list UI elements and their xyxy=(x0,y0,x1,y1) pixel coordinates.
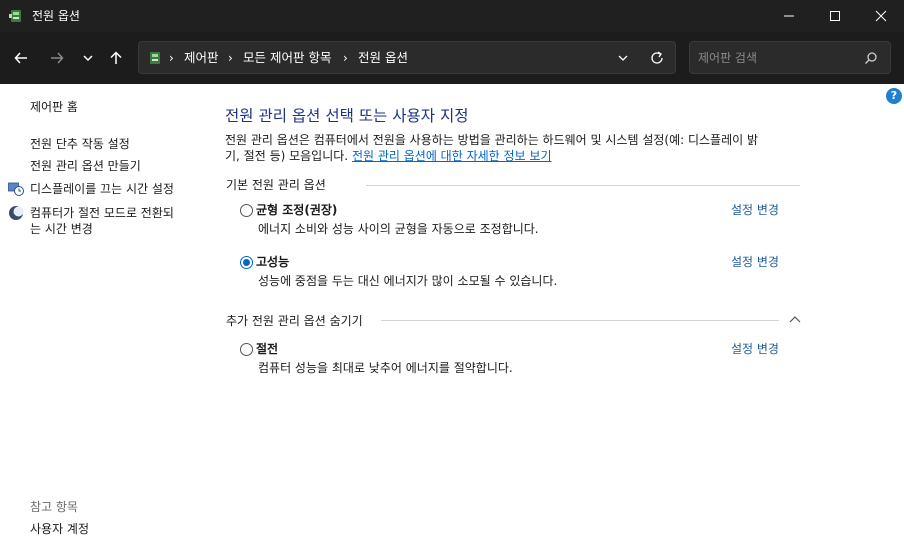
plan-radio-power-saver[interactable] xyxy=(240,343,253,356)
plan-desc-balanced: 에너지 소비와 성능 사이의 균형을 자동으로 조정합니다. xyxy=(258,222,539,236)
more-info-link[interactable]: 전원 관리 옵션에 대한 자세한 정보 보기 xyxy=(352,149,552,163)
title-bar: 전원 옵션 xyxy=(0,0,904,32)
breadcrumb-separator: › xyxy=(228,51,233,65)
refresh-icon[interactable] xyxy=(649,50,665,66)
help-icon[interactable]: ? xyxy=(886,88,902,104)
chevron-down-icon[interactable] xyxy=(615,50,631,66)
search-input[interactable] xyxy=(698,48,858,68)
back-button[interactable] xyxy=(7,44,35,72)
chevron-up-icon[interactable] xyxy=(788,314,802,324)
plan-name-power-saver[interactable]: 절전 xyxy=(256,341,278,357)
sidebar-item-create-plan[interactable]: 전원 관리 옵션 만들기 xyxy=(30,158,141,174)
maximize-icon xyxy=(830,11,840,21)
up-arrow-icon xyxy=(110,51,122,64)
power-options-icon xyxy=(9,10,21,22)
breadcrumb-control-panel[interactable]: 제어판 xyxy=(184,50,219,66)
change-settings-power-saver[interactable]: 설정 변경 xyxy=(731,341,779,357)
preferred-plans-header: 기본 전원 관리 옵션 xyxy=(226,178,326,192)
change-settings-high-performance[interactable]: 설정 변경 xyxy=(731,254,779,270)
close-icon xyxy=(875,10,887,22)
description-line2: 기, 절전 등) 모음입니다. xyxy=(225,149,349,163)
back-arrow-icon xyxy=(14,52,27,64)
sidebar-item-power-button[interactable]: 전원 단추 작동 설정 xyxy=(30,136,130,152)
display-clock-icon xyxy=(8,182,24,196)
breadcrumb-power-options[interactable]: 전원 옵션 xyxy=(358,50,408,66)
page-title: 전원 관리 옵션 선택 또는 사용자 지정 xyxy=(225,107,469,125)
page-description: 전원 관리 옵션은 컴퓨터에서 전원을 사용하는 방법을 관리하는 하드웨어 및… xyxy=(225,132,810,164)
section-divider xyxy=(381,320,779,321)
search-icon[interactable] xyxy=(864,51,878,65)
plan-name-high-performance[interactable]: 고성능 xyxy=(256,254,289,270)
recent-locations-button[interactable] xyxy=(74,44,102,72)
forward-arrow-icon xyxy=(51,52,64,64)
control-panel-icon xyxy=(150,52,160,64)
forward-button[interactable] xyxy=(43,44,71,72)
sleep-moon-icon xyxy=(9,206,24,220)
recent-dropdown-icon xyxy=(83,55,93,62)
close-button[interactable] xyxy=(858,0,904,32)
plan-radio-balanced[interactable] xyxy=(240,204,253,217)
sidebar-item-display-off[interactable]: 디스플레이를 끄는 시간 설정 xyxy=(30,181,174,197)
search-box[interactable] xyxy=(689,41,891,74)
plan-radio-high-performance[interactable] xyxy=(240,256,253,269)
see-also-label: 참고 항목 xyxy=(30,500,78,514)
minimize-icon xyxy=(784,15,794,17)
window-title: 전원 옵션 xyxy=(32,9,80,23)
sidebar-item-user-accounts[interactable]: 사용자 계정 xyxy=(30,521,89,537)
section-divider xyxy=(366,185,800,186)
plan-desc-power-saver: 컴퓨터 성능을 최대로 낮추어 에너지를 절약합니다. xyxy=(258,361,513,375)
plan-name-balanced[interactable]: 균형 조정(권장) xyxy=(256,202,337,218)
hide-additional-plans-header[interactable]: 추가 전원 관리 옵션 숨기기 xyxy=(226,313,363,329)
sidebar-item-sleep-time-line1[interactable]: 컴퓨터가 절전 모드로 전환되 xyxy=(30,205,174,221)
minimize-button[interactable] xyxy=(766,0,812,32)
address-bar[interactable]: › 제어판 › 모든 제어판 항목 › 전원 옵션 xyxy=(138,41,676,74)
plan-desc-high-performance: 성능에 중점을 두는 대신 에너지가 많이 소모될 수 있습니다. xyxy=(258,274,558,288)
sidebar-item-home[interactable]: 제어판 홈 xyxy=(30,99,78,115)
address-toolbar: › 제어판 › 모든 제어판 항목 › 전원 옵션 xyxy=(0,32,904,84)
description-line1: 전원 관리 옵션은 컴퓨터에서 전원을 사용하는 방법을 관리하는 하드웨어 및… xyxy=(225,133,759,147)
breadcrumb-all-items[interactable]: 모든 제어판 항목 xyxy=(243,50,331,66)
breadcrumb-separator: › xyxy=(343,51,348,65)
breadcrumb-separator: › xyxy=(169,51,174,65)
sidebar-item-sleep-time-line2[interactable]: 는 시간 변경 xyxy=(30,221,93,237)
maximize-button[interactable] xyxy=(812,0,858,32)
change-settings-balanced[interactable]: 설정 변경 xyxy=(731,202,779,218)
up-button[interactable] xyxy=(102,44,130,72)
